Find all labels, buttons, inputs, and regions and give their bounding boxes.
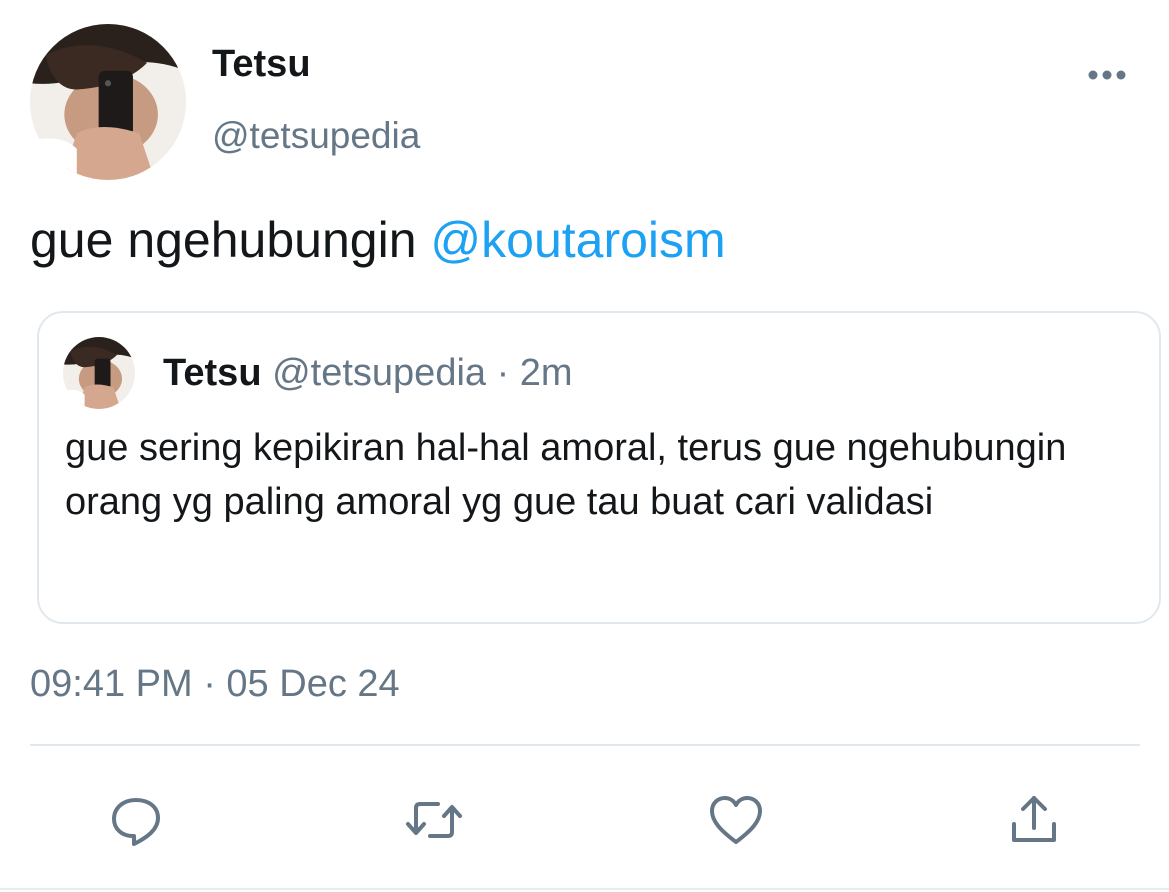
mention-link[interactable]: @koutaroism <box>430 212 725 268</box>
tweet-text-plain: gue ngehubungin <box>30 212 431 268</box>
tweet-timestamp[interactable]: 09:41 PM · 05 Dec 24 <box>30 660 400 708</box>
quoted-author-name: Tetsu <box>163 352 262 394</box>
quoted-tweet-card[interactable]: Tetsu @tetsupedia · 2m gue sering kepiki… <box>37 311 1161 624</box>
retweet-button[interactable] <box>404 790 464 850</box>
bottom-divider <box>0 888 1169 890</box>
more-horizontal-icon <box>1088 70 1126 80</box>
reply-icon <box>112 798 160 846</box>
share-button[interactable] <box>1004 790 1064 850</box>
quoted-author-meta: @tetsupedia · 2m <box>272 352 573 394</box>
heart-icon <box>710 796 762 844</box>
quoted-author-avatar <box>63 337 135 409</box>
author-display-name[interactable]: Tetsu <box>212 40 311 88</box>
quoted-tweet-header: Tetsu @tetsupedia · 2m <box>163 349 573 397</box>
author-avatar[interactable] <box>30 24 186 180</box>
tweet-text: gue ngehubungin @koutaroism <box>30 208 726 272</box>
profile-photo-icon <box>63 337 135 409</box>
share-icon <box>1012 796 1056 842</box>
author-handle[interactable]: @tetsupedia <box>212 113 420 159</box>
like-button[interactable] <box>706 790 766 850</box>
more-options-button[interactable] <box>1082 58 1132 92</box>
divider <box>30 744 1140 746</box>
retweet-icon <box>406 802 462 838</box>
reply-button[interactable] <box>106 790 166 850</box>
quoted-tweet-text: gue sering kepikiran hal-hal amoral, ter… <box>65 427 1067 523</box>
profile-photo-icon <box>30 24 186 180</box>
